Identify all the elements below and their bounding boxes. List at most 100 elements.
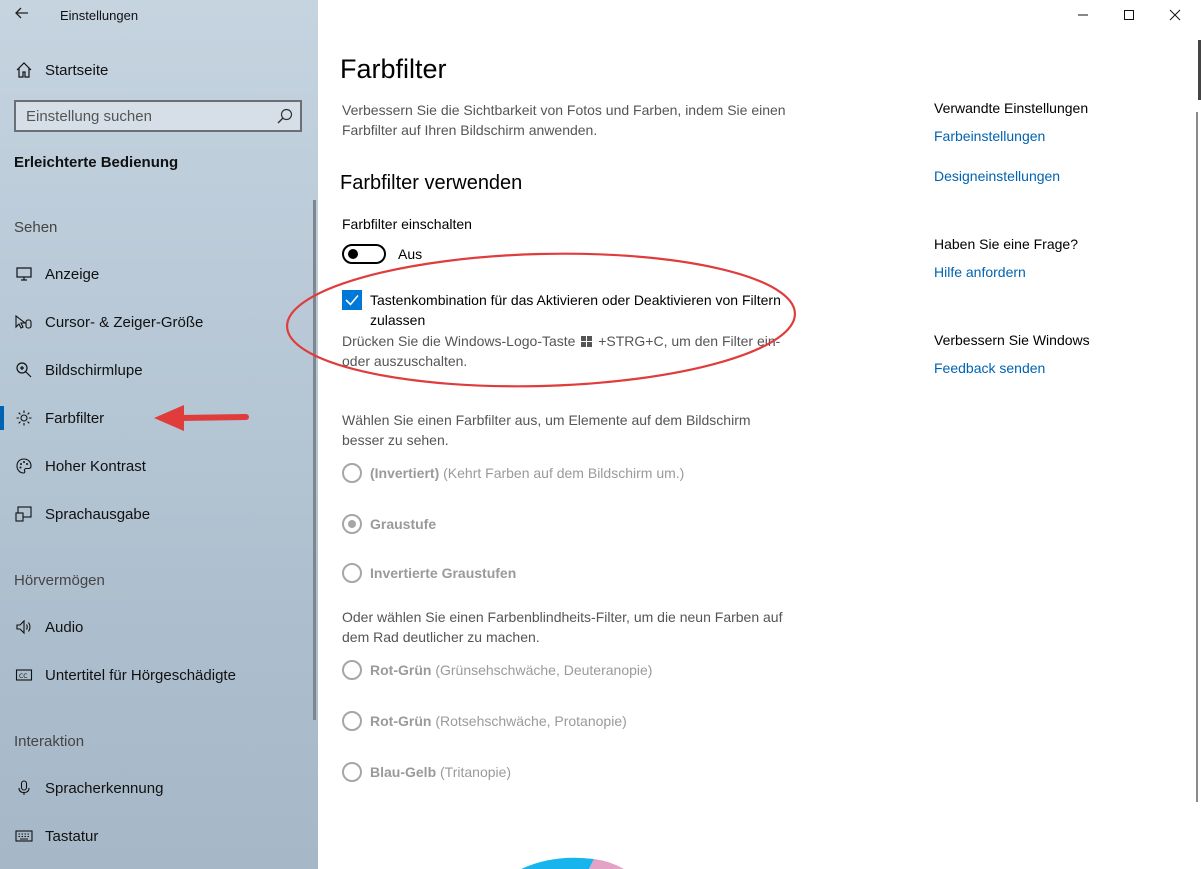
search-box	[14, 100, 302, 132]
minimize-icon	[1078, 14, 1088, 16]
sidebar-item-sprachausgabe[interactable]: Sprachausgabe	[0, 494, 318, 534]
maximize-icon	[1124, 10, 1134, 20]
sidebar-item-tastatur[interactable]: Tastatur	[0, 816, 318, 856]
question-heading: Haben Sie eine Frage?	[934, 236, 1078, 252]
page-title: Farbfilter	[340, 54, 447, 84]
sidebar-item-untertitel[interactable]: CC Untertitel für Hörgeschädigte	[0, 655, 318, 695]
microphone-icon	[14, 778, 34, 798]
magnifier-icon	[14, 360, 34, 380]
sidebar-item-audio[interactable]: Audio	[0, 607, 318, 647]
radio-name: Rot-Grün	[370, 713, 432, 729]
captions-icon: CC	[14, 665, 34, 685]
home-icon	[14, 60, 34, 80]
content-scrollbar[interactable]	[1196, 112, 1198, 802]
sidebar-item-label: Startseite	[45, 61, 109, 79]
sidebar-item-spracherkennung[interactable]: Spracherkennung	[0, 768, 318, 808]
keyboard-icon	[14, 826, 34, 846]
app-title: Einstellungen	[60, 8, 139, 23]
sidebar-item-label: Tastatur	[45, 827, 99, 845]
link-feedback-senden[interactable]: Feedback senden	[934, 360, 1045, 376]
group-label-interaktion: Interaktion	[14, 733, 85, 750]
color-wheel	[521, 857, 624, 869]
radio-circle	[342, 563, 362, 583]
narrator-icon	[14, 504, 34, 524]
speaker-icon	[14, 617, 34, 637]
palette-icon	[14, 456, 34, 476]
radio-circle	[342, 514, 362, 534]
radio-name: Blau-Gelb	[370, 764, 437, 780]
related-heading: Verwandte Einstellungen	[934, 100, 1089, 116]
group-label-sehen: Sehen	[14, 219, 58, 236]
shortcut-hint-before: Drücken Sie die Windows-Logo-Taste	[342, 333, 576, 349]
search-input[interactable]	[16, 102, 266, 130]
close-icon	[1169, 9, 1181, 21]
toggle-label: Farbfilter einschalten	[342, 216, 472, 232]
section-title: Farbfilter verwenden	[340, 172, 523, 194]
sidebar-item-hoher-kontrast[interactable]: Hoher Kontrast	[0, 446, 318, 486]
sidebar: Einstellungen Startseite Erleichterte Be…	[0, 0, 318, 869]
farbfilter-toggle[interactable]	[342, 244, 386, 264]
radio-circle	[342, 463, 362, 483]
shortcut-checkbox-label: Tastenkombination für das Aktivieren ode…	[370, 292, 781, 328]
radio-circle	[342, 660, 362, 680]
sidebar-item-startseite[interactable]: Startseite	[0, 50, 318, 90]
search-icon[interactable]	[276, 107, 294, 125]
radio-name: Invertierte Graustufen	[370, 565, 517, 581]
content-pane: Farbfilter Verbessern Sie die Sichtbarke…	[318, 0, 1201, 869]
radio-detail: (Tritanopie)	[440, 764, 512, 780]
svg-text:CC: CC	[19, 673, 27, 680]
shortcut-checkbox[interactable]	[342, 290, 362, 310]
choose-filter-text: Wählen Sie einen Farbfilter aus, um Elem…	[342, 412, 751, 448]
radio-detail: (Rotsehschwäche, Protanopie)	[435, 713, 627, 729]
page-description: Verbessern Sie die Sichtbarkeit von Foto…	[342, 102, 786, 138]
radio-graustufe[interactable]: Graustufe	[342, 514, 436, 534]
shortcut-hint: Drücken Sie die Windows-Logo-Taste +STRG…	[342, 331, 792, 371]
radio-invertierte-graustufen[interactable]: Invertierte Graustufen	[342, 563, 516, 583]
titlebar: Einstellungen	[0, 0, 318, 30]
sidebar-item-label: Spracherkennung	[45, 779, 164, 797]
back-button[interactable]	[10, 4, 34, 26]
radio-name: (Invertiert)	[370, 465, 440, 481]
radio-deuteranopie[interactable]: Rot-Grün (Grünsehschwäche, Deuteranopie)	[342, 660, 652, 680]
sidebar-item-anzeige[interactable]: Anzeige	[0, 254, 318, 294]
cursor-icon	[14, 312, 34, 332]
radio-selected-dot	[348, 520, 356, 528]
sidebar-item-label: Hoher Kontrast	[45, 457, 146, 475]
sidebar-item-farbfilter[interactable]: Farbfilter	[0, 398, 318, 438]
sidebar-item-label: Untertitel für Hörgeschädigte	[45, 666, 236, 684]
radio-name: Graustufe	[370, 516, 437, 532]
radio-invertiert[interactable]: (Invertiert) (Kehrt Farben auf dem Bilds…	[342, 463, 684, 483]
brightness-icon	[14, 408, 34, 428]
sidebar-item-label: Farbfilter	[45, 409, 105, 427]
toggle-state-label: Aus	[398, 246, 423, 262]
link-farbeinstellungen[interactable]: Farbeinstellungen	[934, 128, 1045, 144]
radio-protanopie[interactable]: Rot-Grün (Rotsehschwäche, Protanopie)	[342, 711, 627, 731]
radio-detail: (Kehrt Farben auf dem Bildschirm um.)	[443, 465, 685, 481]
maximize-button[interactable]	[1106, 0, 1152, 30]
section-heading: Erleichterte Bedienung	[14, 154, 179, 171]
sidebar-item-label: Cursor- & Zeiger-Größe	[45, 313, 204, 331]
sidebar-item-label: Bildschirmlupe	[45, 361, 143, 379]
radio-name: Rot-Grün	[370, 662, 432, 678]
toggle-knob	[348, 249, 358, 259]
back-arrow-icon	[15, 7, 28, 19]
link-designeinstellungen[interactable]: Designeinstellungen	[934, 168, 1060, 184]
sidebar-item-label: Sprachausgabe	[45, 505, 151, 523]
monitor-icon	[14, 264, 34, 284]
minimize-button[interactable]	[1060, 0, 1106, 30]
selection-indicator	[0, 406, 4, 430]
radio-tritanopie[interactable]: Blau-Gelb (Tritanopie)	[342, 762, 511, 782]
radio-detail: (Grünsehschwäche, Deuteranopie)	[435, 662, 653, 678]
radio-circle	[342, 711, 362, 731]
improve-heading: Verbessern Sie Windows	[934, 332, 1090, 348]
link-hilfe-anfordern[interactable]: Hilfe anfordern	[934, 264, 1026, 280]
radio-circle	[342, 762, 362, 782]
sidebar-item-bildschirmlupe[interactable]: Bildschirmlupe	[0, 350, 318, 390]
close-button[interactable]	[1152, 0, 1198, 30]
sidebar-scrollbar[interactable]	[313, 200, 316, 720]
windows-logo-icon	[581, 336, 593, 347]
sidebar-item-cursor[interactable]: Cursor- & Zeiger-Größe	[0, 302, 318, 342]
checkmark-icon	[345, 294, 359, 306]
choose-colorblind-text: Oder wählen Sie einen Farbenblindheits-F…	[342, 609, 783, 645]
group-label-hoervermoegen: Hörvermögen	[14, 572, 105, 589]
